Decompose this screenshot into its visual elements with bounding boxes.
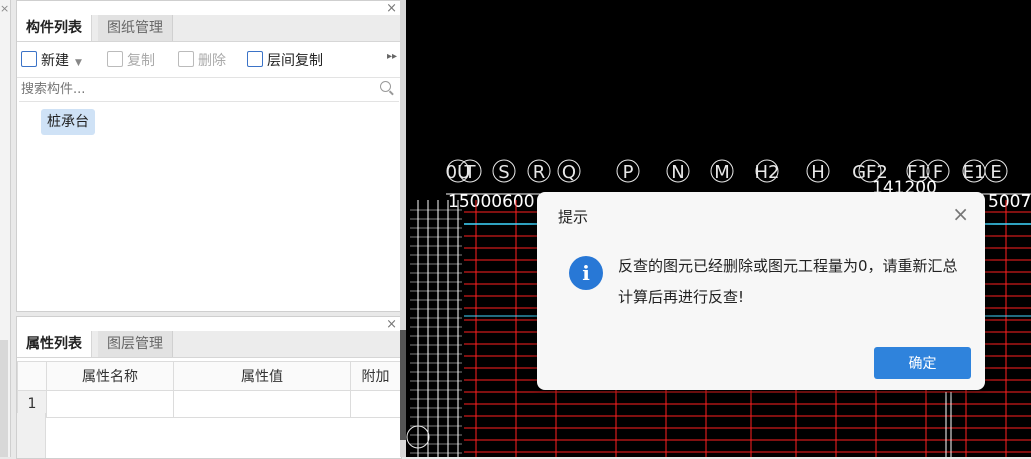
property-tabs: 属性列表 图层管理 (17, 331, 401, 358)
dialog-close-icon[interactable]: × (952, 202, 969, 226)
panel-close-icon[interactable]: × (386, 317, 397, 332)
chevron-down-icon[interactable]: ▼ (75, 58, 82, 68)
axis-label: E1 (963, 162, 986, 183)
component-search (19, 79, 399, 102)
floor-copy-icon (247, 51, 263, 67)
dialog-title: 提示 (558, 208, 589, 226)
prompt-dialog: 提示 × i 反查的图元已经删除或图元工程量为0，请重新汇总计算后再进行反查! … (537, 192, 985, 390)
axis-label: Q (562, 162, 576, 183)
column-header-extra: 附加 (350, 361, 401, 391)
property-value-cell[interactable] (173, 390, 351, 418)
search-icon[interactable] (380, 81, 391, 92)
tab-drawing-management[interactable]: 图纸管理 (98, 15, 173, 41)
row-index-header (17, 361, 47, 391)
component-tabs: 构件列表 图纸管理 (17, 15, 401, 42)
dialog-message: 反查的图元已经删除或图元工程量为0，请重新汇总计算后再进行反查! (618, 257, 958, 306)
axis-label: E (990, 162, 1001, 183)
copy-button[interactable]: 复制 (107, 51, 155, 71)
column-header-value: 属性值 (173, 361, 351, 391)
axis-label: N (671, 162, 684, 183)
new-button[interactable]: 新建 ▼ (21, 51, 82, 71)
row-index-column (17, 413, 46, 458)
axis-label: H2 (755, 162, 780, 183)
scrollbar[interactable] (0, 340, 8, 457)
close-icon[interactable]: × (0, 2, 9, 15)
info-icon: i (569, 256, 603, 290)
tree-item-pile-cap[interactable]: 桩承台 (41, 109, 95, 135)
property-extra-cell[interactable] (350, 390, 401, 418)
axis-label: P (623, 162, 634, 183)
more-icon[interactable]: ▸▸ (387, 51, 397, 62)
trash-icon (178, 51, 194, 67)
copy-icon (107, 51, 123, 67)
property-table: 属性名称 属性值 附加 1 (17, 361, 401, 418)
ok-button[interactable]: 确定 (874, 347, 971, 379)
search-input[interactable] (19, 79, 363, 99)
new-document-icon (21, 51, 37, 67)
axis-label: H (811, 162, 825, 183)
component-toolbar: 新建 ▼ 复制 删除 层间复制 ▸▸ (17, 43, 401, 78)
axis-label: T (464, 162, 477, 183)
table-row[interactable]: 1 (17, 390, 401, 418)
axis-label: R (533, 162, 546, 183)
tab-component-list[interactable]: 构件列表 (17, 15, 92, 41)
dimension-text: 15000600 (448, 192, 535, 212)
left-edge-strip: × (0, 0, 11, 457)
property-name-cell[interactable] (46, 390, 174, 418)
tab-property-list[interactable]: 属性列表 (17, 331, 92, 357)
axis-label: S (498, 162, 509, 183)
axis-label: M (714, 162, 730, 183)
delete-button[interactable]: 删除 (178, 51, 226, 71)
panel-close-icon[interactable]: × (386, 1, 397, 16)
dimension-text: 5007 (988, 192, 1031, 212)
property-panel: × 属性列表 图层管理 属性名称 属性值 附加 1 (16, 316, 402, 459)
tab-layer-management[interactable]: 图层管理 (98, 331, 173, 357)
floor-copy-button[interactable]: 层间复制 (247, 51, 323, 71)
component-list-panel: × 构件列表 图纸管理 新建▼ 复制 删除 层间复制 ▸▸ 桩承台 (16, 0, 402, 312)
column-header-name: 属性名称 (46, 361, 174, 391)
